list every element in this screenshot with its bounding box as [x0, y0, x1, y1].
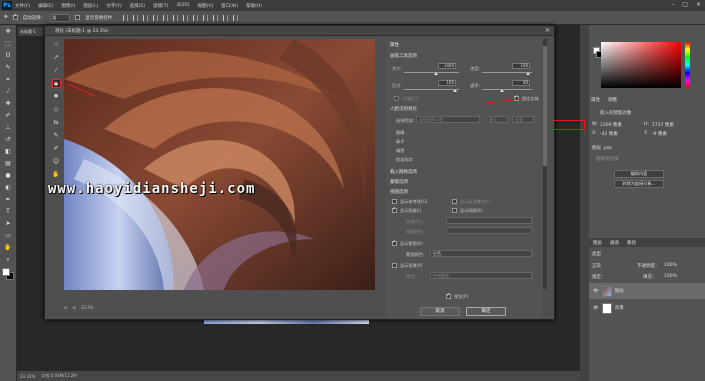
- tool-annotation-arrow: [67, 83, 96, 97]
- watermark: www.haoyidiansheji.com: [48, 181, 256, 197]
- pin-edges-annotation-arrow: [484, 98, 522, 104]
